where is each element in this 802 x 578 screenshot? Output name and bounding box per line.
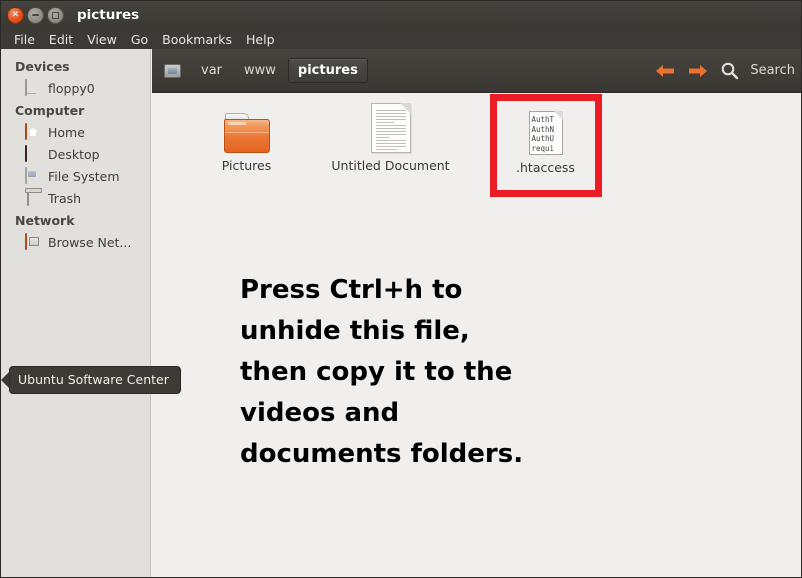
sidebar-heading-devices: Devices (15, 59, 70, 74)
window-controls: ✕ (7, 6, 64, 24)
sidebar-item-browse-network[interactable]: Browse Net... (1, 231, 150, 253)
file-system-icon (25, 167, 42, 184)
sidebar-heading-network: Network (15, 213, 75, 228)
sidebar-heading-computer: Computer (15, 103, 85, 118)
menu-bar: File Edit View Go Bookmarks Help (1, 29, 801, 49)
menu-item-go[interactable]: Go (124, 31, 155, 48)
file-item-htaccess[interactable]: AuthT AuthN AuthU requi .htaccess (483, 99, 608, 175)
sidebar-item-label: Home (48, 124, 85, 140)
menu-item-view[interactable]: View (80, 31, 124, 48)
file-manager-window: ✕ pictures File Edit View Go Bookmarks H… (0, 0, 802, 578)
breadcrumb-pictures[interactable]: pictures (287, 58, 368, 83)
sidebar-item-trash[interactable]: Trash (1, 187, 150, 209)
search-label[interactable]: Search (750, 63, 795, 78)
file-label: Pictures (221, 158, 272, 173)
minimize-button[interactable] (27, 6, 44, 24)
trash-icon (25, 189, 42, 206)
text-file-preview: AuthT AuthN AuthU requi (532, 115, 555, 153)
menu-item-edit[interactable]: Edit (42, 31, 80, 48)
sidebar-item-label: File System (48, 168, 120, 184)
tooltip-label: Ubuntu Software Center (9, 366, 181, 394)
instruction-line: then copy it to the (240, 357, 513, 387)
file-label: .htaccess (516, 160, 575, 175)
file-item-untitled-document[interactable]: Untitled Document (328, 97, 453, 173)
instruction-line: unhide this file, (240, 316, 470, 346)
menu-item-file[interactable]: File (7, 31, 42, 48)
breadcrumb-www[interactable]: www (234, 58, 286, 83)
sidebar-item-label: Browse Net... (48, 234, 132, 250)
window-title: pictures (77, 7, 140, 23)
file-list-view[interactable]: Pictures Untitled Document AuthT AuthN A… (152, 93, 801, 577)
breadcrumb-var[interactable]: var (191, 58, 232, 83)
file-item-pictures[interactable]: Pictures (184, 97, 309, 173)
toolbar-actions: Search (654, 61, 801, 80)
sidebar-item-label: floppy0 (48, 80, 95, 96)
sidebar-item-desktop[interactable]: Desktop (1, 143, 150, 165)
file-label: Untitled Document (331, 158, 450, 173)
document-icon (328, 97, 453, 153)
toolbar: var www pictures Search (152, 49, 801, 93)
sidebar-item-home[interactable]: Home (1, 121, 150, 143)
sidebar-item-label: Desktop (48, 146, 100, 162)
tooltip: Ubuntu Software Center (1, 366, 181, 394)
search-icon[interactable] (720, 61, 739, 80)
sidebar-item-label: Trash (48, 190, 82, 206)
back-arrow-icon[interactable] (654, 62, 676, 80)
maximize-button[interactable] (47, 6, 64, 24)
close-button[interactable]: ✕ (7, 6, 24, 24)
instruction-line: Press Ctrl+h to (240, 275, 463, 305)
floppy-drive-icon (25, 79, 42, 96)
breadcrumb: var www pictures (152, 58, 368, 83)
home-folder-icon (25, 123, 42, 140)
text-file-icon: AuthT AuthN AuthU requi (483, 99, 608, 155)
instruction-line: videos and (240, 398, 400, 428)
network-folder-icon (25, 233, 42, 250)
sidebar-item-file-system[interactable]: File System (1, 165, 150, 187)
menu-item-help[interactable]: Help (239, 31, 282, 48)
instruction-line: documents folders. (240, 439, 524, 469)
sidebar: Devices floppy0 Computer Home Desktop Fi… (1, 49, 151, 577)
sidebar-item-floppy0[interactable]: floppy0 (1, 77, 150, 99)
desktop-icon (25, 145, 42, 162)
instruction-text: Press Ctrl+h to unhide this file, then c… (240, 270, 640, 475)
drive-icon (164, 63, 181, 78)
title-bar: ✕ pictures (1, 1, 801, 29)
preview-line: requi (531, 143, 555, 153)
forward-arrow-icon[interactable] (687, 62, 709, 80)
preview-line: AuthU (531, 134, 555, 143)
preview-line: AuthT (531, 115, 555, 124)
menu-item-bookmarks[interactable]: Bookmarks (155, 31, 239, 48)
preview-line: AuthN (531, 124, 555, 134)
folder-icon (184, 97, 309, 153)
